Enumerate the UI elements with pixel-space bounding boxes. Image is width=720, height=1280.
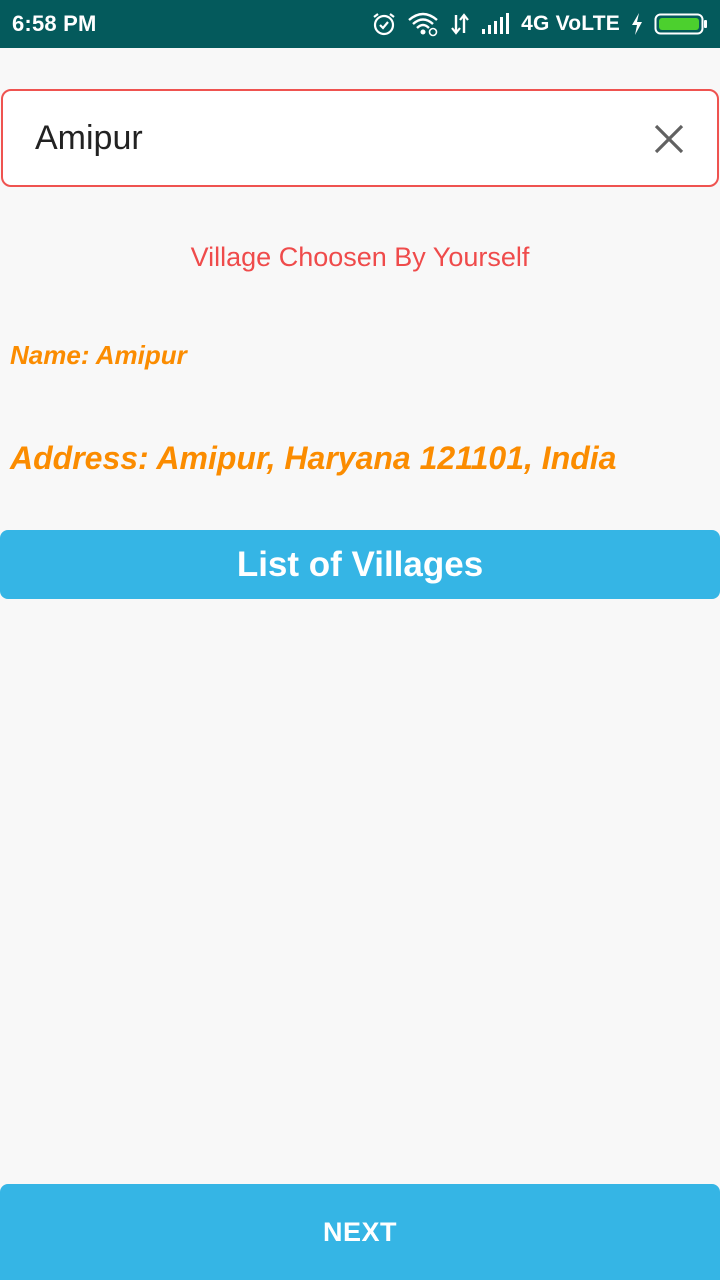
signal-icon — [481, 13, 511, 35]
status-bar: 6:58 PM 4G VoLTE — [0, 0, 720, 48]
network-type: 4G VoLTE — [521, 12, 620, 35]
alarm-icon — [371, 11, 397, 37]
data-arrows-icon — [449, 11, 471, 37]
next-button[interactable]: NEXT — [0, 1184, 720, 1280]
chosen-caption: Village Choosen By Yourself — [190, 242, 530, 272]
wifi-icon — [407, 11, 439, 37]
charging-icon — [630, 12, 644, 36]
status-time: 6:58 PM — [12, 11, 97, 36]
status-icons: 4G VoLTE — [371, 11, 708, 37]
battery-icon — [654, 11, 708, 37]
search-field[interactable] — [1, 89, 719, 187]
close-icon[interactable] — [651, 121, 687, 157]
list-of-villages-button[interactable]: List of Villages — [0, 530, 720, 599]
village-address: Address: Amipur, Haryana 121101, India — [10, 440, 617, 476]
village-name: Name: Amipur — [10, 340, 187, 370]
search-input[interactable] — [35, 119, 595, 158]
